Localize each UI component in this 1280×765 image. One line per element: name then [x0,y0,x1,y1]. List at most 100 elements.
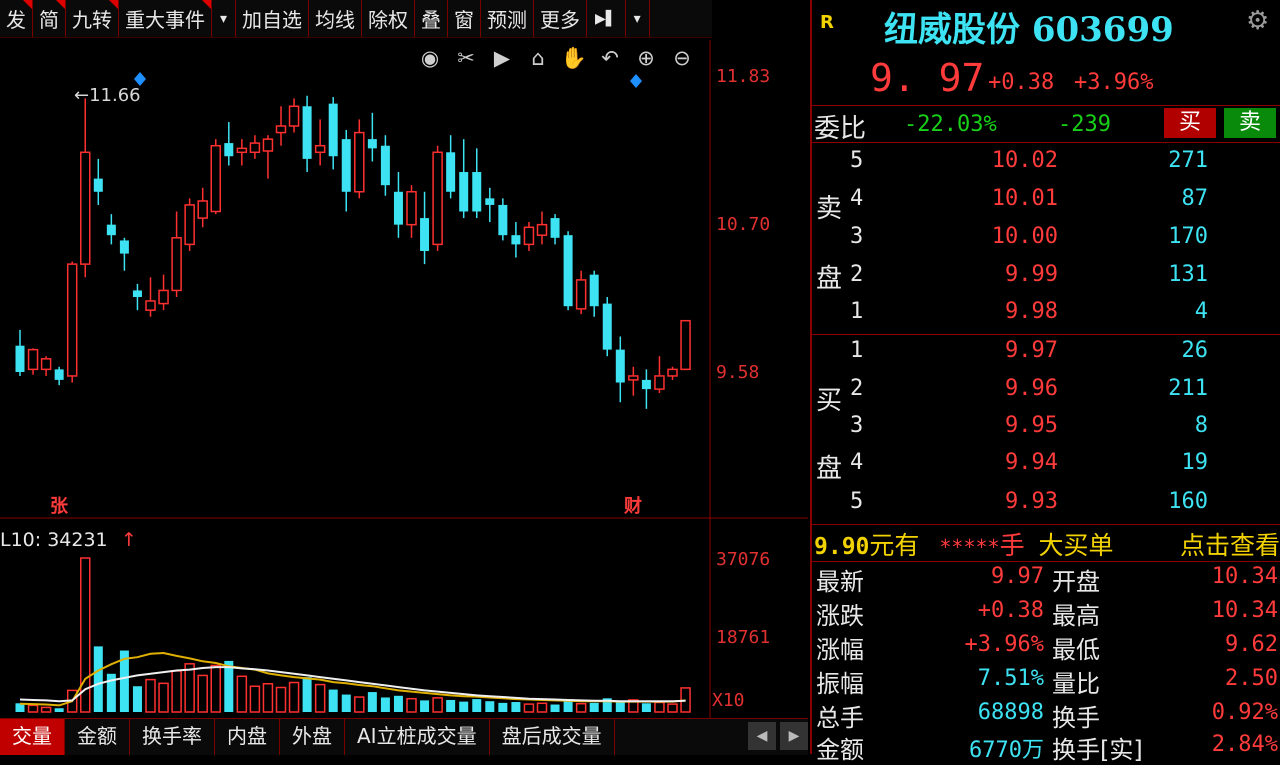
stat-label: 振幅 [816,670,864,698]
stat-value: 0.92% [1211,700,1278,725]
gear-icon[interactable]: ⚙ [1246,6,1269,36]
stat-label: 最新 [816,568,864,596]
volume-bar [132,686,142,712]
toolbar-item-moving-average[interactable]: 均线 [309,0,363,37]
volume: 170 [1168,224,1208,249]
sell-button[interactable]: 卖 [1224,108,1276,138]
buy-row[interactable]: 4 9.94 19 [812,446,1280,483]
candle-body [420,218,430,251]
volume-bar [589,702,599,712]
view-details-link[interactable]: 点击查看 [1180,526,1280,562]
candle-body [680,319,691,371]
candle-body [314,144,326,154]
candle-body [602,303,612,350]
volume-bar [275,686,287,713]
toolbar-item-add-favorite[interactable]: 加自选 [236,0,310,37]
indicator-tabs: 交量 金额 换手率 内盘 外盘 AI立桩成交量 盘后成交量 ◀ ▶ [0,718,808,755]
stat-value: 7.51% [977,666,1044,691]
volume-bar [249,685,261,713]
buy-button[interactable]: 买 [1164,108,1216,138]
tab-outer-volume[interactable]: 外盘 [280,719,345,755]
volume-bar [224,660,234,712]
volume-bar [40,706,52,713]
tab-inner-volume[interactable]: 内盘 [215,719,280,755]
toolbar-item-ex-rights[interactable]: 除权 [362,0,416,37]
level: 5 [850,148,864,173]
candle-body [628,375,639,381]
toolbar-label: 加自选 [242,8,303,32]
divider [812,142,1280,143]
candle-body [523,226,535,246]
tab-next-button[interactable]: ▶ [780,722,808,750]
buy-row[interactable]: 2 9.96 211 [812,372,1280,409]
volume-bar [393,695,403,712]
weibi-ratio: -22.03% [904,112,997,137]
volume-bar [654,701,665,713]
toolbar-item-major-events[interactable]: 重大事件 [119,0,212,37]
weibi-label: 委比 [814,114,867,144]
candle-body [589,274,599,307]
sell-row[interactable]: 1 9.98 4 [812,295,1280,332]
big-order-banner[interactable]: 9.90元有 *****手 大买单 点击查看 [814,526,1280,560]
tab-ai-volume[interactable]: AI立桩成交量 [345,719,490,755]
toolbar-item-window[interactable]: 窗 [448,0,482,37]
buy-row[interactable]: 5 9.93 160 [812,485,1280,522]
toolbar-item-more[interactable]: 更多 [534,0,588,37]
sell-row[interactable]: 4 10.01 87 [812,182,1280,219]
tab-volume[interactable]: 交量 [0,719,65,755]
stat-row: 涨幅 +3.96% 最低 9.62 [812,630,1280,664]
candle-body [158,289,169,305]
stat-label: 金额 [816,736,864,764]
price: 9.93 [1005,489,1058,514]
stat-value: 2.50 [1225,666,1278,691]
stat-value: 10.34 [1211,564,1278,589]
sell-row[interactable]: 5 10.02 271 [812,144,1280,181]
price: 9.94 [1005,450,1058,475]
toolbar-menu-button[interactable]: ▾ [626,0,650,37]
stat-value: 2.84% [1211,732,1278,757]
toolbar-label: 窗 [454,8,475,32]
toolbar-item-overlay[interactable]: 叠 [415,0,449,37]
kline-chart[interactable]: 11.83 10.70 9.58 ←11.66 张 财 L10: 34231 ↑… [0,40,808,718]
toolbar-label: 预测 [487,8,528,32]
tab-prev-button[interactable]: ◀ [748,722,776,750]
candle-body [563,235,573,307]
volume-axis-tick: 18761 [716,627,770,648]
tab-turnover-rate[interactable]: 换手率 [130,719,215,755]
candle-body [511,235,521,245]
volume-bar [615,702,625,712]
sell-row[interactable]: 2 9.99 131 [812,258,1280,295]
chevron-down-icon: ▾ [633,10,641,27]
volume: 131 [1168,262,1208,287]
toolbar-item-forecast[interactable]: 预测 [481,0,535,37]
toolbar-label: 更多 [540,8,581,32]
stat-label: 涨跌 [816,602,864,630]
buy-row[interactable]: 3 9.95 8 [812,409,1280,446]
tab-after-hours-volume[interactable]: 盘后成交量 [490,719,615,755]
price-change-percent: +3.96% [1074,70,1154,95]
volume: 19 [1181,450,1209,475]
price: 10.01 [991,186,1058,211]
zhang-marker[interactable]: 张 [50,496,69,517]
toolbar-item-fa[interactable]: 发 [0,0,33,37]
candle-body [302,106,312,159]
stat-value: 68898 [977,700,1044,725]
volume-bar [184,663,195,713]
toolbar-collapse-button[interactable]: ▶▌ [587,0,626,37]
toolbar-dropdown-button[interactable]: ▾ [212,0,237,37]
candle-body [145,300,156,311]
volume: 160 [1168,489,1208,514]
tab-amount[interactable]: 金额 [65,719,130,755]
buy-row[interactable]: 1 9.97 26 [812,334,1280,371]
sell-row[interactable]: 3 10.00 170 [812,220,1280,257]
big-order-unit: 手 [999,531,1025,560]
stat-label: 换手[实] [1052,736,1143,764]
cai-marker[interactable]: 财 [624,495,642,517]
toolbar-item-jiuzhuan[interactable]: 九转 [66,0,119,37]
candle-body [80,151,91,265]
volume-axis-tick: 37076 [716,549,770,570]
price: 9.99 [1005,262,1058,287]
stat-label: 最高 [1052,602,1100,630]
toolbar-item-jian[interactable]: 简 [33,0,66,37]
level: 1 [850,338,864,363]
